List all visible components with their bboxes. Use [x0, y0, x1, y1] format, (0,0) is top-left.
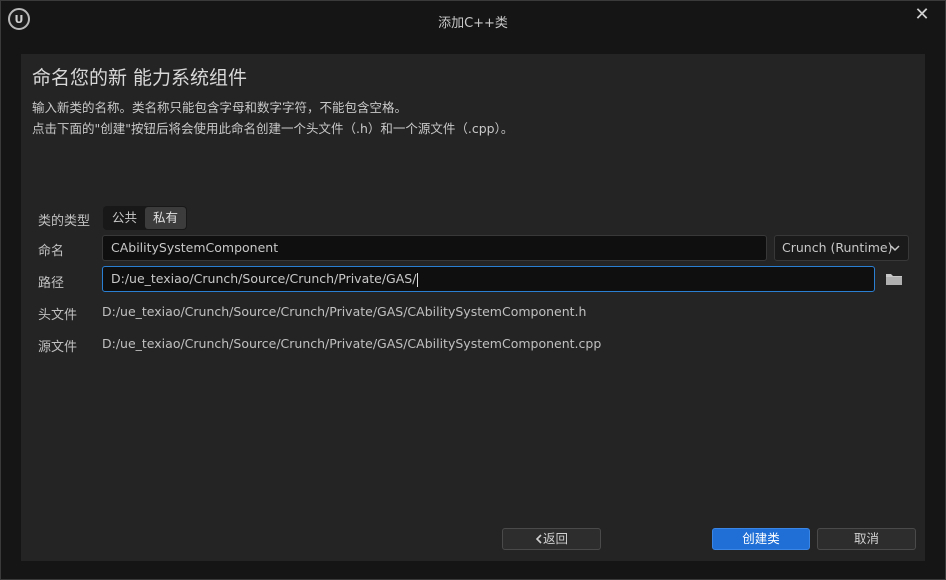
cancel-button[interactable]: 取消 — [817, 528, 916, 550]
window-title: 添加C++类 — [438, 16, 508, 31]
header-file-label: 头文件 — [38, 308, 78, 323]
close-icon: ✕ — [914, 4, 930, 25]
class-type-toggle: 公共 私有 — [103, 206, 188, 230]
back-button-label: 返回 — [542, 531, 568, 546]
content-panel: 命名您的新 能力系统组件 输入新类的名称。类名称只能包含字母和数字字符，不能包含… — [21, 54, 925, 561]
description-line-1: 输入新类的名称。类名称只能包含字母和数字字符，不能包含空格。 — [32, 100, 408, 115]
path-input-value: D:/ue_texiao/Crunch/Source/Crunch/Privat… — [111, 271, 417, 286]
page-title: 命名您的新 能力系统组件 — [32, 67, 248, 89]
text-cursor — [417, 272, 419, 287]
back-button[interactable]: 返回 — [502, 528, 601, 550]
class-name-input[interactable]: CAbilitySystemComponent — [102, 235, 767, 261]
folder-browse-button[interactable] — [885, 271, 903, 285]
module-dropdown-value: Crunch (Runtime) — [782, 240, 893, 255]
class-type-label: 类的类型 — [38, 214, 91, 229]
class-type-public-option[interactable]: 公共 — [104, 207, 145, 229]
class-type-private-option[interactable]: 私有 — [145, 207, 187, 229]
close-button[interactable]: ✕ — [913, 6, 931, 24]
create-class-button[interactable]: 创建类 — [712, 528, 810, 550]
add-cpp-class-dialog: U 添加C++类 ✕ 命名您的新 能力系统组件 输入新类的名称。类名称只能包含字… — [0, 0, 946, 580]
title-bar[interactable]: U 添加C++类 ✕ — [1, 1, 945, 39]
source-file-label: 源文件 — [38, 340, 78, 355]
description-line-2: 点击下面的"创建"按钮后将会使用此命名创建一个头文件（.h）和一个源文件（.cp… — [32, 121, 514, 136]
chevron-left-icon — [535, 534, 542, 544]
name-label: 命名 — [38, 244, 65, 259]
path-input[interactable]: D:/ue_texiao/Crunch/Source/Crunch/Privat… — [102, 266, 875, 292]
module-dropdown[interactable]: Crunch (Runtime) — [774, 235, 909, 261]
chevron-down-icon — [890, 236, 900, 269]
folder-icon — [886, 274, 902, 285]
source-file-path: D:/ue_texiao/Crunch/Source/Crunch/Privat… — [102, 336, 602, 351]
header-file-path: D:/ue_texiao/Crunch/Source/Crunch/Privat… — [102, 304, 587, 319]
path-label: 路径 — [38, 276, 65, 291]
